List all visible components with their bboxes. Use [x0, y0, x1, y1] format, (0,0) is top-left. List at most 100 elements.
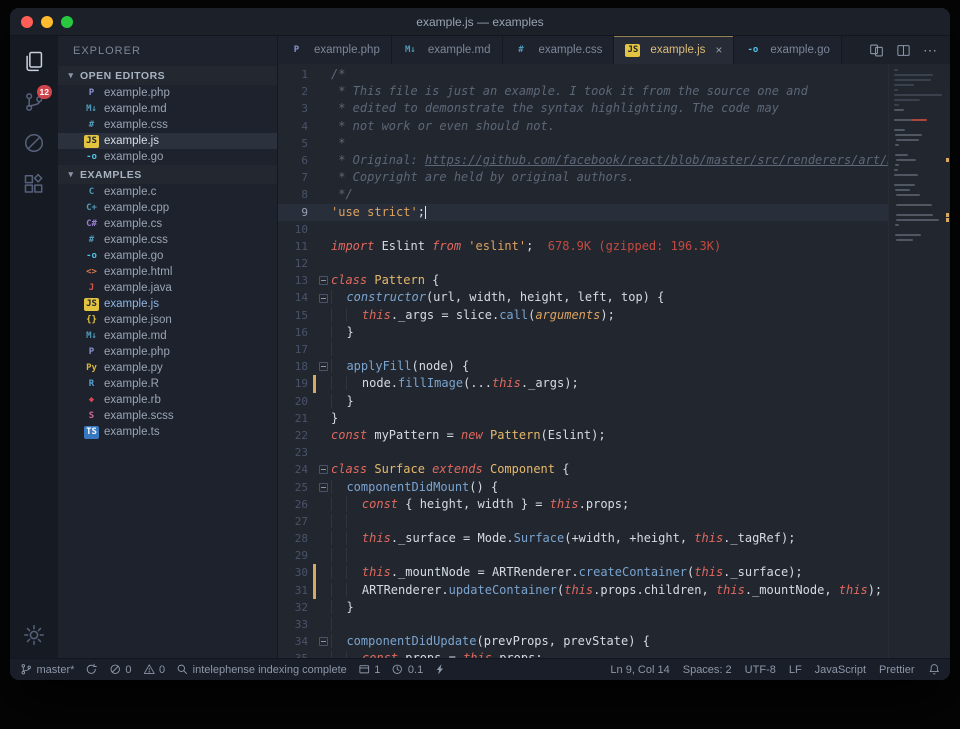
fold-indicator	[316, 341, 331, 358]
editor-tab[interactable]: Pexample.php	[278, 36, 392, 64]
file-item[interactable]: M↓ example.md	[58, 328, 277, 344]
file-type-icon: #	[88, 120, 95, 130]
file-item[interactable]: Pexample.php	[58, 344, 277, 360]
fold-indicator	[316, 599, 331, 616]
code-editor[interactable]: 1 /* 2 * This file is just an example. I t…	[278, 64, 950, 658]
status-search[interactable]: intelephense indexing complete	[176, 663, 347, 676]
file-item[interactable]: # example.css	[58, 232, 277, 248]
file-name: example.json	[104, 314, 172, 326]
fold-indicator[interactable]	[316, 461, 331, 478]
fold-indicator[interactable]	[316, 272, 331, 289]
split-editor-icon[interactable]	[896, 43, 911, 58]
open-editor-item[interactable]: # example.css	[58, 117, 277, 133]
status-error[interactable]: 0	[109, 663, 132, 676]
minimap[interactable]	[888, 64, 950, 658]
status-warning[interactable]: 0	[143, 663, 166, 676]
open-editors-header[interactable]: ▾ OPEN EDITORS	[58, 66, 277, 85]
code-area[interactable]: 1 /* 2 * This file is just an example. I t…	[278, 64, 888, 658]
file-type-icon: JS	[625, 43, 641, 57]
code-line: 28 this._surface = Mode.Surface(+width, …	[278, 530, 888, 547]
file-name: example.py	[104, 362, 163, 374]
open-editor-item[interactable]: JS example.js	[58, 133, 277, 149]
examples-folder-header[interactable]: ▾ EXAMPLES	[58, 165, 277, 184]
minimap-line	[894, 79, 932, 81]
fold-indicator	[316, 564, 331, 581]
file-type-icon: P	[88, 88, 95, 98]
open-editor-item[interactable]: Pexample.php	[58, 85, 277, 101]
file-type-icon: J	[88, 283, 95, 293]
status-indicator[interactable]: Spaces: 2	[683, 664, 732, 676]
code-text: }	[331, 393, 888, 410]
status-window[interactable]: 1	[358, 663, 380, 676]
code-text: import Eslint from 'eslint'; 678.9K (gzi…	[331, 238, 722, 253]
file-item[interactable]: -o example.go	[58, 248, 277, 264]
code-line: 1 /*	[278, 66, 888, 83]
source-control-icon[interactable]: 12	[21, 85, 52, 115]
minimap-line	[894, 69, 899, 71]
status-branch[interactable]: master*	[20, 663, 74, 676]
code-line: 6 * Original: https://github.com/faceboo…	[278, 152, 888, 169]
status-zap[interactable]	[434, 663, 447, 676]
status-label: 0	[125, 663, 132, 676]
line-number: 28	[294, 532, 308, 546]
open-changes-icon[interactable]	[869, 43, 884, 58]
fold-indicator	[316, 118, 331, 135]
status-notifications[interactable]	[928, 663, 941, 676]
fold-indicator[interactable]	[316, 289, 331, 306]
close-icon[interactable]: ×	[715, 43, 722, 57]
file-item[interactable]: Jexample.java	[58, 280, 277, 296]
file-name: example.md	[104, 330, 167, 342]
fold-indicator	[316, 410, 331, 427]
status-sync[interactable]	[85, 663, 98, 676]
fold-indicator[interactable]	[316, 479, 331, 496]
open-editor-item[interactable]: -o example.go	[58, 149, 277, 165]
settings-gear-icon[interactable]	[21, 622, 47, 648]
editor-tab[interactable]: -o example.go	[734, 36, 842, 64]
file-item[interactable]: Cexample.c	[58, 184, 277, 200]
more-actions-icon[interactable]: ⋯	[923, 43, 938, 57]
status-indicator[interactable]: LF	[789, 664, 802, 676]
status-clock[interactable]: 0.1	[391, 663, 423, 676]
status-label: 0	[159, 663, 166, 676]
explorer-icon[interactable]	[21, 48, 47, 74]
code-text: componentDidUpdate(prevProps, prevState)…	[331, 633, 888, 650]
file-item[interactable]: Rexample.R	[58, 376, 277, 392]
fold-indicator[interactable]	[316, 358, 331, 375]
search-icon	[176, 663, 189, 676]
line-number: 16	[294, 325, 308, 339]
minimap-line	[896, 239, 914, 241]
code-line: 21}	[278, 410, 888, 427]
fold-indicator	[316, 393, 331, 410]
editor-tab[interactable]: # example.css	[502, 36, 615, 64]
status-indicator[interactable]: UTF-8	[745, 664, 776, 676]
extensions-icon[interactable]	[21, 171, 47, 197]
status-indicator[interactable]: Prettier	[879, 664, 914, 676]
fold-indicator[interactable]	[316, 633, 331, 650]
fold-indicator	[316, 169, 331, 186]
file-item[interactable]: JS example.js	[58, 296, 277, 312]
file-item[interactable]: C# example.cs	[58, 216, 277, 232]
file-item[interactable]: {} example.json	[58, 312, 277, 328]
file-name: example.java	[104, 282, 172, 294]
status-bar-left: master* 0 0 intelephense indexing complete 1…	[20, 663, 447, 676]
code-text: ARTRenderer.updateContainer(this.props.c…	[331, 582, 888, 599]
file-item[interactable]: TS example.ts	[58, 424, 277, 440]
status-indicator[interactable]: JavaScript	[815, 664, 866, 676]
file-item[interactable]: Sexample.scss	[58, 408, 277, 424]
file-item[interactable]: C+ example.cpp	[58, 200, 277, 216]
open-editor-item[interactable]: M↓ example.md	[58, 101, 277, 117]
overview-modified-mark	[946, 218, 949, 222]
circle-slash-icon[interactable]	[21, 130, 47, 156]
minimap-line	[894, 169, 898, 171]
file-name: example.R	[104, 378, 159, 390]
editor-tab[interactable]: M↓ example.md	[391, 36, 503, 64]
file-item[interactable]: ◆ example.rb	[58, 392, 277, 408]
status-indicator[interactable]: Ln 9, Col 14	[610, 664, 669, 676]
fold-indicator	[316, 186, 331, 203]
editor-tab[interactable]: JS example.js ×	[614, 36, 735, 64]
file-item[interactable]: <> example.html	[58, 264, 277, 280]
file-item[interactable]: Py example.py	[58, 360, 277, 376]
minimap-line	[895, 234, 922, 236]
fold-icon	[319, 482, 328, 492]
code-line: 22 const myPattern = new Pattern(Eslint);	[278, 427, 888, 444]
